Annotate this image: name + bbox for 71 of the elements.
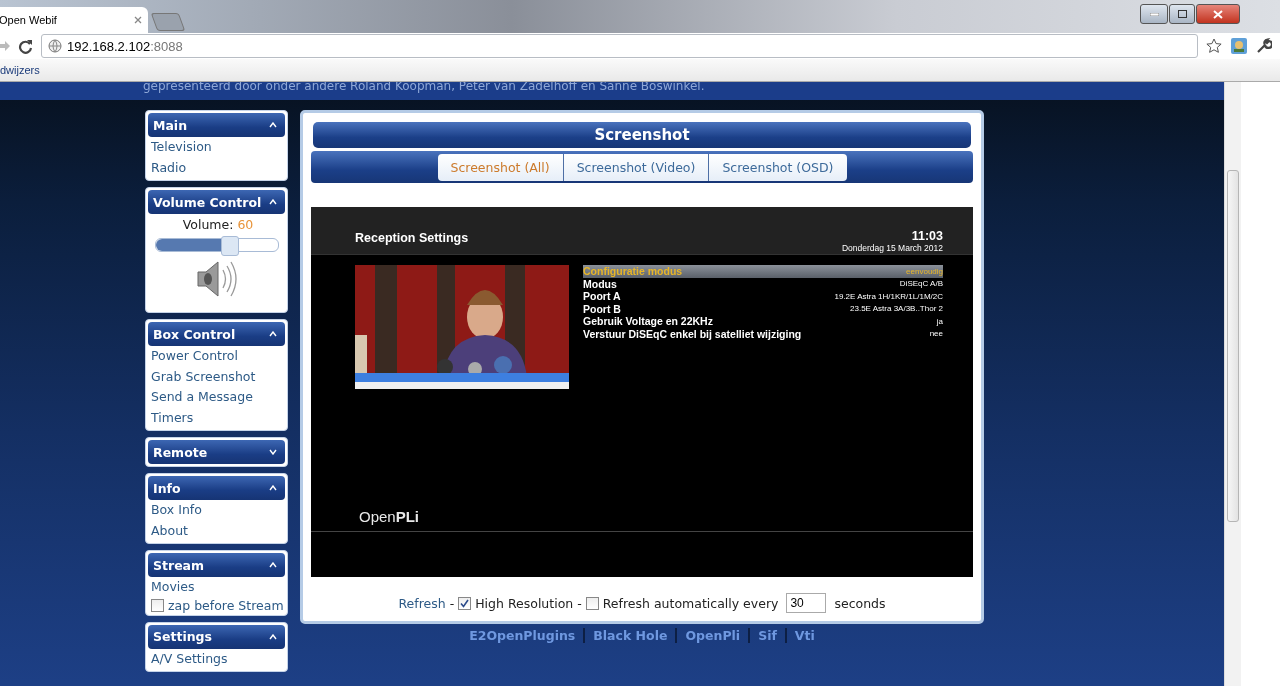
minimize-icon xyxy=(1149,12,1159,16)
osd-time: 11:03 xyxy=(911,230,943,243)
separator: - xyxy=(449,595,455,611)
address-bar[interactable]: 192.168.2.102:8088 xyxy=(41,34,1198,58)
osd-title: Reception Settings xyxy=(355,231,469,245)
volume-value: 60 xyxy=(237,217,254,232)
tab[interactable]: Screenshot (OSD) xyxy=(709,153,847,181)
sidebar-link[interactable]: Movies xyxy=(148,577,285,598)
maximize-icon xyxy=(1177,10,1187,18)
star-icon[interactable] xyxy=(1206,38,1222,54)
page-title: Screenshot xyxy=(313,122,971,148)
slider-thumb[interactable] xyxy=(220,236,239,256)
osd-menu-row[interactable]: Poort A 19.2E Astra 1H/1KR/1L/1M/2C xyxy=(583,290,943,303)
checkbox-label: High Resolution xyxy=(475,595,574,611)
panel-header[interactable]: Volume Control xyxy=(148,190,285,214)
checkbox-label: Refresh automatically every xyxy=(602,595,779,611)
close-button[interactable] xyxy=(1196,4,1240,24)
footer-link[interactable]: E2OpenPlugins xyxy=(461,628,584,643)
chevron-icon[interactable] xyxy=(269,122,277,128)
osd-date: Donderdag 15 March 2012 xyxy=(841,243,943,253)
browser-tab[interactable]: Open Webif xyxy=(0,7,148,33)
sidebar-link[interactable]: About xyxy=(148,520,285,541)
unit-label: seconds xyxy=(834,595,886,611)
sidebar-link[interactable]: Television xyxy=(148,137,285,158)
refresh-link[interactable]: Refresh xyxy=(398,595,446,611)
sidebar-link[interactable]: Timers xyxy=(148,407,285,428)
footer-link[interactable]: Vti xyxy=(784,628,823,643)
close-icon[interactable] xyxy=(134,16,142,24)
reload-icon[interactable] xyxy=(18,38,33,54)
chevron-icon[interactable] xyxy=(269,633,277,640)
osd-menu-row[interactable]: Gebruik Voltage en 22KHz ja xyxy=(583,315,943,328)
chevron-icon[interactable] xyxy=(269,485,277,491)
osd-menu-row[interactable]: Poort B 23.5E Astra 3A/3B..Thor 2 xyxy=(583,302,943,315)
panel-header[interactable]: Main xyxy=(148,113,285,137)
panel-header[interactable]: Info xyxy=(148,476,285,500)
sidebar-link[interactable]: Radio xyxy=(148,157,285,178)
extension-icon[interactable] xyxy=(1230,37,1248,55)
separator: - xyxy=(577,595,582,611)
minimize-button[interactable] xyxy=(1140,4,1168,24)
footer-link[interactable]: OpenPli xyxy=(675,628,749,643)
sidebar-link[interactable]: A/V Settings xyxy=(148,648,285,669)
osd-menu-row[interactable]: Verstuur DiSEqC enkel bij satelliet wijziging nee xyxy=(583,327,943,340)
sidebar-link[interactable]: Box Info xyxy=(148,500,285,521)
tab[interactable]: Screenshot (Video) xyxy=(563,153,710,181)
checkbox[interactable] xyxy=(585,596,599,610)
sidebar-link[interactable]: Power Control xyxy=(148,346,285,367)
footer-link[interactable]: Sif xyxy=(748,628,785,643)
osd-logo: OpenPLi xyxy=(358,508,421,527)
bookmarks-label[interactable]: dwijzers xyxy=(0,64,40,76)
interval-field[interactable]: 30 xyxy=(786,593,827,613)
maximize-button[interactable] xyxy=(1169,4,1195,24)
chevron-icon[interactable] xyxy=(269,449,277,455)
chevron-icon[interactable] xyxy=(269,199,277,205)
checkbox-label: zap before Stream xyxy=(168,597,284,613)
sidebar-link[interactable]: Send a Message xyxy=(148,387,285,408)
panel-header[interactable]: Remote xyxy=(148,440,285,464)
panel-header[interactable]: Settings xyxy=(148,624,285,649)
volume-label: Volume: xyxy=(182,217,234,232)
chevron-icon[interactable] xyxy=(269,331,277,337)
globe-icon xyxy=(48,39,62,53)
chevron-icon[interactable] xyxy=(269,562,277,568)
sidebar-link[interactable]: Grab Screenshot xyxy=(148,366,285,387)
footer-link[interactable]: Black Hole xyxy=(583,628,676,643)
panel-header[interactable]: Box Control xyxy=(148,322,285,346)
checkbox[interactable] xyxy=(458,596,472,610)
wrench-icon[interactable] xyxy=(1256,38,1272,54)
checkbox[interactable] xyxy=(151,598,164,612)
close-icon xyxy=(1213,9,1223,19)
panel-header[interactable]: Stream xyxy=(148,553,285,577)
scrollbar[interactable] xyxy=(1224,82,1241,686)
osd-menu-row[interactable]: Modus DiSEqC A/B xyxy=(583,277,943,290)
